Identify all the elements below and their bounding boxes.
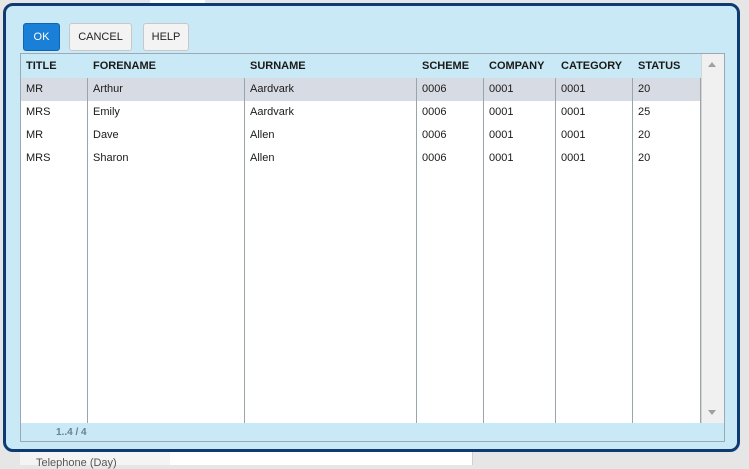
- background-partial-label: Telephone (Day): [36, 457, 117, 469]
- column-header-scheme[interactable]: SCHEME: [417, 54, 483, 78]
- cell-scheme: 0006: [422, 129, 447, 141]
- cell-company: 0001: [489, 83, 514, 95]
- cell-title: MRS: [26, 106, 51, 118]
- cell-category: 0001: [561, 129, 586, 141]
- cell-status: 20: [638, 152, 651, 164]
- cell-company: 0001: [489, 129, 514, 141]
- cell-category: 0001: [561, 106, 586, 118]
- cell-surname: Allen: [250, 129, 275, 141]
- cell-forename: Arthur: [93, 83, 123, 95]
- table-row[interactable]: MR Dave Allen 0006 0001 0001 20: [21, 124, 701, 147]
- cell-title: MR: [26, 129, 44, 141]
- column-header-surname[interactable]: SURNAME: [245, 54, 416, 78]
- column-divider: [483, 78, 484, 423]
- table-row[interactable]: MRS Emily Aardvark 0006 0001 0001 25: [21, 101, 701, 124]
- cell-company: 0001: [489, 152, 514, 164]
- cell-status: 20: [638, 129, 651, 141]
- cell-category: 0001: [561, 152, 586, 164]
- column-header-forename[interactable]: FORENAME: [88, 54, 244, 78]
- cell-scheme: 0006: [422, 152, 447, 164]
- cell-forename: Sharon: [93, 152, 129, 164]
- cell-forename: Dave: [93, 129, 119, 141]
- table-row[interactable]: MR Arthur Aardvark 0006 0001 0001 20: [21, 78, 701, 101]
- grid-footer: 1..4 / 4: [21, 423, 724, 441]
- cell-status: 25: [638, 106, 651, 118]
- column-divider: [555, 78, 556, 423]
- vertical-scrollbar[interactable]: [701, 54, 724, 423]
- cell-scheme: 0006: [422, 83, 447, 95]
- ok-button[interactable]: OK: [23, 23, 60, 51]
- help-button[interactable]: HELP: [143, 23, 189, 51]
- column-divider: [244, 78, 245, 423]
- column-divider: [632, 78, 633, 423]
- cell-forename: Emily: [93, 106, 120, 118]
- cell-title: MR: [26, 83, 44, 95]
- cancel-button[interactable]: CANCEL: [69, 23, 132, 51]
- scroll-down-arrow-icon[interactable]: [708, 410, 716, 415]
- grid-header: TITLE FORENAME SURNAME SCHEME COMPANY CA…: [21, 54, 701, 78]
- scroll-up-arrow-icon[interactable]: [708, 62, 716, 67]
- cell-surname: Allen: [250, 152, 275, 164]
- lookup-dialog: OK CANCEL HELP TITLE FORENAME SURNAME SC…: [3, 3, 740, 452]
- column-divider: [416, 78, 417, 423]
- cell-company: 0001: [489, 106, 514, 118]
- column-header-status[interactable]: STATUS: [633, 54, 701, 78]
- cell-status: 20: [638, 83, 651, 95]
- cell-scheme: 0006: [422, 106, 447, 118]
- column-header-category[interactable]: CATEGORY: [556, 54, 632, 78]
- column-header-title[interactable]: TITLE: [21, 54, 87, 78]
- cell-category: 0001: [561, 83, 586, 95]
- table-row[interactable]: MRS Sharon Allen 0006 0001 0001 20: [21, 147, 701, 170]
- pager-status: 1..4 / 4: [56, 427, 87, 438]
- results-grid: TITLE FORENAME SURNAME SCHEME COMPANY CA…: [20, 53, 725, 442]
- cell-surname: Aardvark: [250, 106, 295, 118]
- column-header-company[interactable]: COMPANY: [484, 54, 555, 78]
- cell-surname: Aardvark: [250, 83, 295, 95]
- column-divider: [87, 78, 88, 423]
- cell-title: MRS: [26, 152, 51, 164]
